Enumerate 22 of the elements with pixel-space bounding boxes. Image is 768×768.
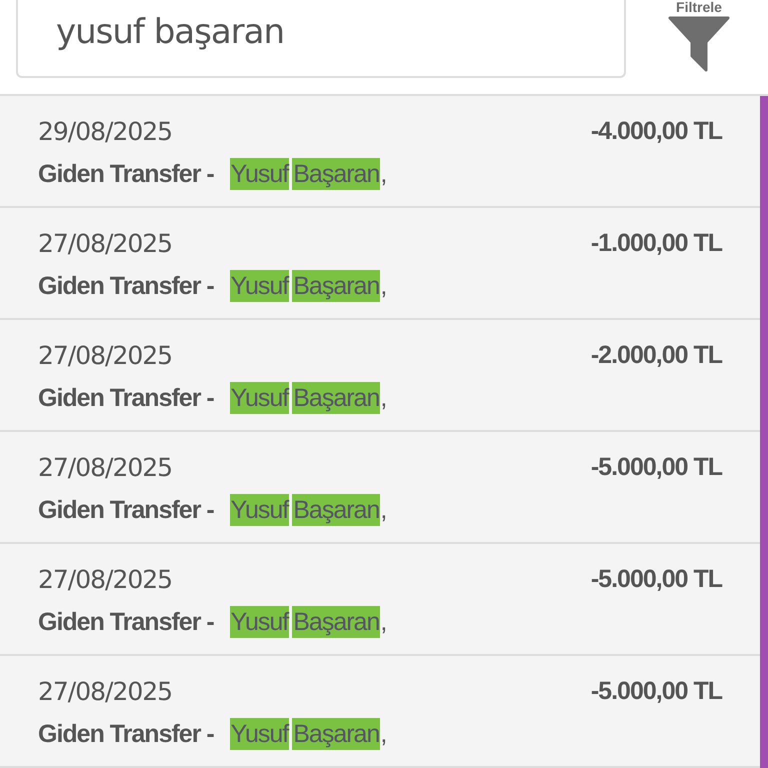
transaction-description: Giden Transfer - Yusuf Başaran, xyxy=(38,720,386,749)
filter-button[interactable]: Filtrele xyxy=(664,0,734,72)
transaction-date: 27/08/2025 xyxy=(38,340,172,370)
transaction-date: 27/08/2025 xyxy=(38,564,172,594)
transaction-amount: -2.000,00 TL xyxy=(590,340,722,370)
transaction-description: Giden Transfer - Yusuf Başaran, xyxy=(38,160,386,189)
transaction-amount: -4.000,00 TL xyxy=(590,116,722,146)
transaction-amount: -1.000,00 TL xyxy=(590,228,722,258)
transaction-description: Giden Transfer - Yusuf Başaran, xyxy=(38,272,386,301)
search-field[interactable]: yusuf başaran xyxy=(16,0,626,78)
transaction-amount: -5.000,00 TL xyxy=(590,676,722,706)
transaction-date: 27/08/2025 xyxy=(38,452,172,482)
scrollbar[interactable] xyxy=(760,96,768,768)
transaction-description: Giden Transfer - Yusuf Başaran, xyxy=(38,384,386,413)
transaction-date: 29/08/2025 xyxy=(38,116,172,146)
transaction-amount: -5.000,00 TL xyxy=(590,564,722,594)
transaction-date: 27/08/2025 xyxy=(38,676,172,706)
transaction-description: Giden Transfer - Yusuf Başaran, xyxy=(38,496,386,525)
filter-icon xyxy=(668,16,730,72)
transaction-amount: -5.000,00 TL xyxy=(590,452,722,482)
transaction-date: 27/08/2025 xyxy=(38,228,172,258)
transaction-description: Giden Transfer - Yusuf Başaran, xyxy=(38,608,386,637)
